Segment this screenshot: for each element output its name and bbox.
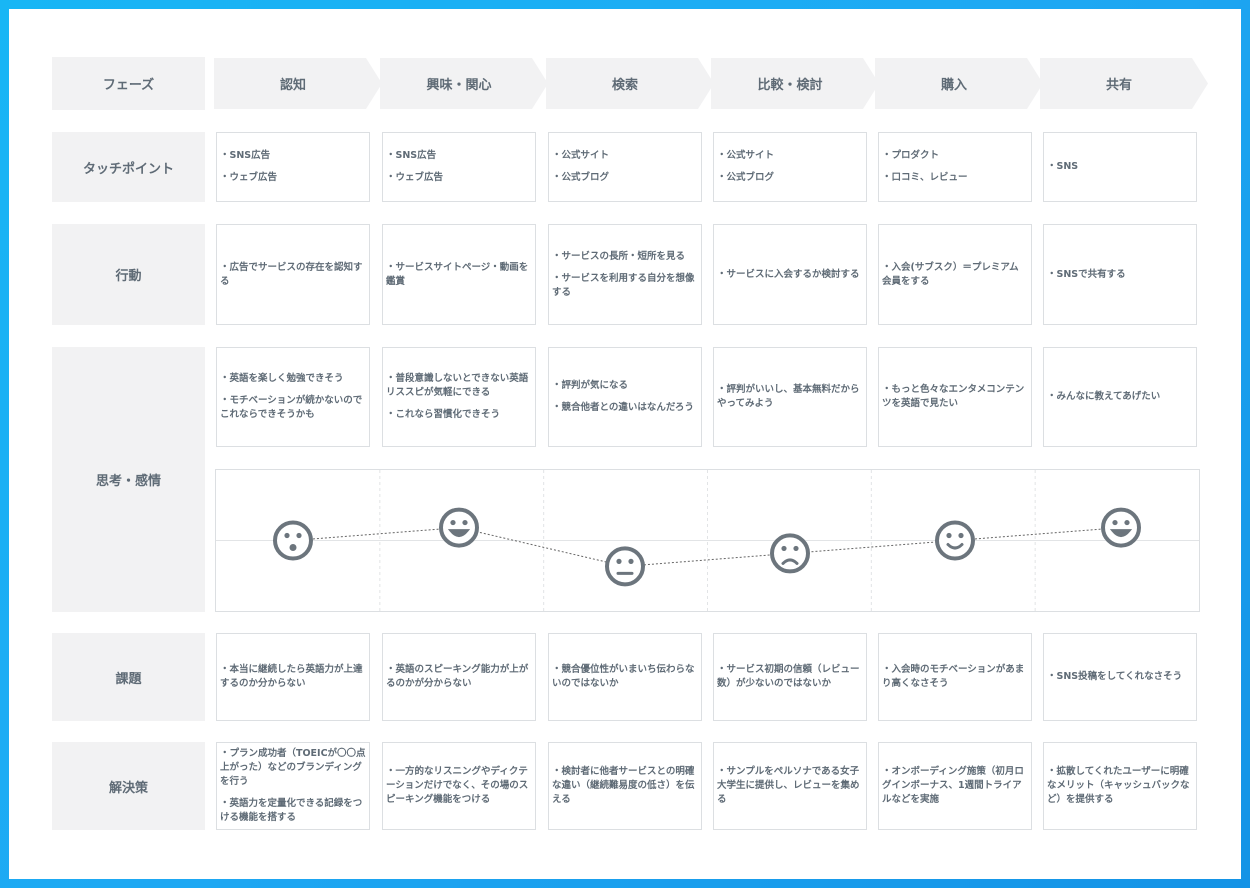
solution-item: ・英語力を定量化できる記録をつける機能を搭する	[220, 798, 363, 823]
touchpoint-item: ・SNS広告	[386, 150, 437, 161]
issue-item: ・サービス初期の信頼（レビュー数）が少ないのではないか	[717, 664, 860, 689]
surprised-face-icon	[273, 520, 313, 561]
happy-face-icon	[439, 507, 479, 548]
solution-cell-4: ・サンプルをペルソナである女子大学生に提供し、レビューを集める	[713, 742, 867, 830]
issue-cell-4: ・サービス初期の信頼（レビュー数）が少ないのではないか	[713, 633, 867, 721]
thought-item: ・評判が気になる	[552, 380, 629, 391]
sad-face-icon	[770, 533, 810, 574]
action-item: ・サービスサイトページ・動画を鑑賞	[386, 261, 529, 287]
action-item: ・サービスを利用する自分を想像する	[552, 272, 695, 298]
solution-cell-2: ・一方的なリスニングやディクテーションだけでなく、その場のスピーキング機能をつけ…	[382, 742, 536, 830]
solution-cell-6: ・拡散してくれたユーザーに明確なメリット（キャッシュバックなど）を提供する	[1043, 742, 1197, 830]
phase-1: 認知	[214, 58, 382, 109]
action-cell-6: ・SNSで共有する	[1043, 224, 1197, 325]
thought-cell-6: ・みんなに教えてあげたい	[1043, 347, 1197, 447]
touchpoint-item: ・SNS広告	[220, 150, 271, 161]
thought-item: ・英語を楽しく勉強できそう	[220, 373, 344, 384]
action-cell-3: ・サービスの長所・短所を見る・サービスを利用する自分を想像する	[548, 224, 702, 325]
solution-item: ・プラン成功者（TOEICが〇〇点上がった）などのブランディングを行う	[220, 748, 366, 787]
row-label-touchpoint: タッチポイント	[52, 132, 205, 202]
thought-item: ・評判がいいし、基本無料だからやってみよう	[717, 384, 860, 409]
thought-cell-5: ・もっと色々なエンタメコンテンツを英語で見たい	[878, 347, 1032, 447]
issue-item: ・本当に継続したら英語力が上達するのか分からない	[220, 664, 363, 689]
action-cell-2: ・サービスサイトページ・動画を鑑賞	[382, 224, 536, 325]
thought-cell-2: ・普段意識しないとできない英語リススピが気軽にできる・これなら習慣化できそう	[382, 347, 536, 447]
neutral-face-icon	[605, 546, 645, 587]
solution-item: ・オンボーディング施策（初月ログインボーナス、1週間トライアルなどを実施	[882, 766, 1024, 805]
action-item: ・広告でサービスの存在を認知する	[220, 261, 363, 287]
touchpoint-item: ・公式サイト	[552, 150, 610, 161]
thought-item: ・普段意識しないとできない英語リススピが気軽にできる	[386, 373, 529, 398]
solution-item: ・拡散してくれたユーザーに明確なメリット（キャッシュバックなど）を提供する	[1047, 766, 1190, 805]
emotion-chart-svg	[216, 470, 1199, 611]
happy-face-icon	[1101, 507, 1141, 548]
issue-item: ・SNS投稿をしてくれなさそう	[1047, 671, 1183, 682]
touchpoint-item: ・SNS	[1047, 161, 1079, 172]
phase-4: 比較・検討	[711, 58, 879, 109]
row-label-issue: 課題	[52, 633, 205, 721]
thought-cell-4: ・評判がいいし、基本無料だからやってみよう	[713, 347, 867, 447]
touchpoint-item: ・公式ブログ	[717, 172, 775, 183]
phase-6: 共有	[1040, 58, 1208, 109]
thought-item: ・これなら習慣化できそう	[386, 409, 501, 420]
issue-cell-5: ・入会時のモチベーションがあまり高くなさそう	[878, 633, 1032, 721]
row-label-solution: 解決策	[52, 742, 205, 830]
thought-item: ・モチベーションが続かないのでこれならできそうかも	[220, 395, 363, 420]
action-cell-1: ・広告でサービスの存在を認知する	[216, 224, 370, 325]
action-cell-5: ・入会(サブスク）＝プレミアム会員をする	[878, 224, 1032, 325]
thought-cell-3: ・評判が気になる・競合他者との違いはなんだろう	[548, 347, 702, 447]
touchpoint-item: ・ウェブ広告	[220, 172, 278, 183]
solution-item: ・サンプルをペルソナである女子大学生に提供し、レビューを集める	[717, 766, 860, 805]
touchpoint-item: ・公式ブログ	[552, 172, 610, 183]
solution-item: ・検討者に他者サービスとの明確な違い（継続難易度の低さ）を伝える	[552, 766, 695, 805]
issue-cell-6: ・SNS投稿をしてくれなさそう	[1043, 633, 1197, 721]
touchpoint-cell-2: ・SNS広告 ・ウェブ広告	[382, 132, 536, 202]
solution-cell-5: ・オンボーディング施策（初月ログインボーナス、1週間トライアルなどを実施	[878, 742, 1032, 830]
touchpoint-item: ・口コミ、レビュー	[882, 172, 968, 183]
emotion-chart	[215, 469, 1200, 612]
touchpoint-item: ・ウェブ広告	[386, 172, 444, 183]
solution-cell-1: ・プラン成功者（TOEICが〇〇点上がった）などのブランディングを行う・英語力を…	[216, 742, 370, 830]
solution-item: ・一方的なリスニングやディクテーションだけでなく、その場のスピーキング機能をつけ…	[386, 766, 529, 805]
issue-item: ・英語のスピーキング能力が上がるのかが分からない	[386, 664, 529, 689]
phase-2: 興味・関心	[380, 58, 548, 109]
touchpoint-cell-4: ・公式サイト ・公式ブログ	[713, 132, 867, 202]
touchpoint-cell-3: ・公式サイト ・公式ブログ	[548, 132, 702, 202]
action-cell-4: ・サービスに入会するか検討する	[713, 224, 867, 325]
action-item: ・SNSで共有する	[1047, 268, 1126, 280]
solution-cell-3: ・検討者に他者サービスとの明確な違い（継続難易度の低さ）を伝える	[548, 742, 702, 830]
phase-3: 検索	[546, 58, 714, 109]
thought-item: ・みんなに教えてあげたい	[1047, 391, 1161, 402]
action-item: ・サービスの長所・短所を見る	[552, 250, 686, 262]
touchpoint-cell-5: ・プロダクト・口コミ、レビュー	[878, 132, 1032, 202]
issue-item: ・競合優位性がいまいち伝わらないのではないか	[552, 664, 695, 689]
thought-cell-1: ・英語を楽しく勉強できそう・モチベーションが続かないのでこれならできそうかも	[216, 347, 370, 447]
smile-face-icon	[935, 520, 975, 561]
thought-item: ・もっと色々なエンタメコンテンツを英語で見たい	[882, 384, 1025, 409]
thought-item: ・競合他者との違いはなんだろう	[552, 402, 694, 413]
row-label-emotion: 思考・感情	[52, 347, 205, 612]
issue-item: ・入会時のモチベーションがあまり高くなさそう	[882, 664, 1025, 689]
issue-cell-1: ・本当に継続したら英語力が上達するのか分からない	[216, 633, 370, 721]
issue-cell-3: ・競合優位性がいまいち伝わらないのではないか	[548, 633, 702, 721]
touchpoint-item: ・プロダクト	[882, 150, 940, 161]
action-item: ・入会(サブスク）＝プレミアム会員をする	[882, 261, 1019, 287]
issue-cell-2: ・英語のスピーキング能力が上がるのかが分からない	[382, 633, 536, 721]
action-item: ・サービスに入会するか検討する	[717, 268, 860, 280]
touchpoint-cell-1: ・SNS広告 ・ウェブ広告	[216, 132, 370, 202]
row-label-action: 行動	[52, 224, 205, 325]
touchpoint-item: ・公式サイト	[717, 150, 775, 161]
phase-5: 購入	[875, 58, 1043, 109]
row-label-phase: フェーズ	[52, 57, 205, 110]
touchpoint-cell-6: ・SNS	[1043, 132, 1197, 202]
